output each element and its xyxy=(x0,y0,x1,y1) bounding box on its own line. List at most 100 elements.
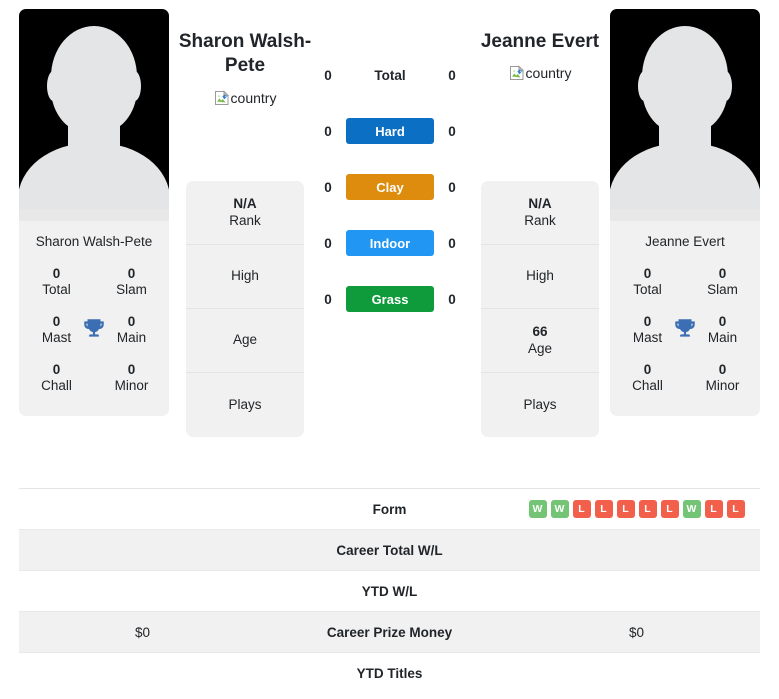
player-info-card-right: N/A Rank High 66 Age Plays xyxy=(481,181,599,437)
player-avatar-right xyxy=(610,9,760,221)
title-stat-value: 0 xyxy=(127,266,136,282)
surface-left-value: 0 xyxy=(324,291,332,307)
avatar-ear-left xyxy=(638,71,651,101)
title-stat-value: 0 xyxy=(643,361,652,377)
avatar-base xyxy=(19,209,169,221)
player-name-block-right: Jeanne Evert country xyxy=(460,30,620,81)
stat-right-value: W W L L L L L W L L xyxy=(513,500,760,518)
country-flag-left: country xyxy=(165,90,325,106)
title-stat: 0 Total xyxy=(610,260,685,308)
surface-left-value: 0 xyxy=(324,123,332,139)
title-stat-label: Chall xyxy=(632,377,663,393)
surface-badge-indoor[interactable]: Indoor xyxy=(346,230,434,256)
player-card-name-right: Jeanne Evert xyxy=(645,234,725,249)
surface-row-grass: 0 Grass 0 xyxy=(310,284,470,314)
info-label: Rank xyxy=(524,212,556,228)
info-label: Rank xyxy=(229,212,261,228)
surface-badge-clay[interactable]: Clay xyxy=(346,174,434,200)
page-title-left[interactable]: Sharon Walsh-Pete xyxy=(165,30,325,79)
surface-right-value: 0 xyxy=(448,291,456,307)
stat-left-value: $0 xyxy=(134,624,151,640)
title-stat-label: Total xyxy=(42,282,71,298)
surface-row-total: 0 Total 0 xyxy=(310,60,470,90)
info-row-plays: Plays xyxy=(186,373,304,437)
title-stat: 0 Chall xyxy=(610,356,685,404)
title-stat: 0 Slam xyxy=(94,260,169,308)
player-card-left[interactable]: Sharon Walsh-Pete 0 Total 0 Slam 0 Mast … xyxy=(19,9,169,416)
player-card-right[interactable]: Jeanne Evert 0 Total 0 Slam 0 Mast 0 Mai… xyxy=(610,9,760,416)
stat-label: Career Total W/L xyxy=(336,542,443,558)
avatar-ear-right xyxy=(128,71,141,101)
info-label: Age xyxy=(527,340,553,356)
info-label: High xyxy=(526,268,554,284)
surface-right-value: 0 xyxy=(448,235,456,251)
form-badge[interactable]: L xyxy=(572,500,591,518)
info-row-high: High xyxy=(481,245,599,309)
form-badge[interactable]: L xyxy=(594,500,613,518)
country-flag-alt-text: country xyxy=(525,65,572,82)
title-stat-label: Total xyxy=(633,282,662,298)
form-badge[interactable]: W xyxy=(550,500,569,518)
page-title-right[interactable]: Jeanne Evert xyxy=(460,30,620,54)
table-row: $0 Career Prize Money $0 xyxy=(19,612,760,653)
country-flag-right: country xyxy=(460,65,620,81)
title-stat-label: Chall xyxy=(41,377,72,393)
stat-right-value: $0 xyxy=(628,624,645,640)
country-flag-alt-text: country xyxy=(230,89,277,106)
titles-grid-right: 0 Total 0 Slam 0 Mast 0 Main 0 Chall 0 M… xyxy=(610,260,760,416)
form-badge[interactable]: W xyxy=(682,500,701,518)
surface-badge-grass[interactable]: Grass xyxy=(346,286,434,312)
form-badge[interactable]: W xyxy=(528,500,547,518)
surface-row-indoor: 0 Indoor 0 xyxy=(310,228,470,258)
form-badge[interactable]: L xyxy=(704,500,723,518)
title-stat-value: 0 xyxy=(718,361,727,377)
info-row-age: 66 Age xyxy=(481,309,599,373)
title-stat: 0 Minor xyxy=(685,356,760,404)
player-name-block-left: Sharon Walsh-Pete country xyxy=(165,30,325,106)
surface-breakdown: 0 Total 0 0 Hard 0 0 Clay 0 0 Indoor 0 0 xyxy=(310,60,470,314)
broken-image-icon xyxy=(214,89,230,106)
title-stat-value: 0 xyxy=(52,266,61,282)
form-badge[interactable]: L xyxy=(660,500,679,518)
info-value: N/A xyxy=(528,196,552,212)
surface-right-value: 0 xyxy=(448,67,456,83)
surface-badge-hard[interactable]: Hard xyxy=(346,118,434,144)
title-stat-value: 0 xyxy=(52,361,61,377)
player-avatar-left xyxy=(19,9,169,221)
title-stat: 0 Minor xyxy=(94,356,169,404)
avatar-ear-right xyxy=(719,71,732,101)
form-badge[interactable]: L xyxy=(638,500,657,518)
stat-label: Career Prize Money xyxy=(326,624,453,640)
stat-label: Form xyxy=(372,501,407,517)
title-stat-label: Main xyxy=(707,329,738,345)
info-value: 66 xyxy=(532,324,548,340)
info-label: Plays xyxy=(523,396,557,412)
form-badge-list: W W L L L L L W L L xyxy=(513,500,760,518)
form-badge[interactable]: L xyxy=(726,500,745,518)
player-comparison-page: Sharon Walsh-Pete 0 Total 0 Slam 0 Mast … xyxy=(0,0,779,699)
title-stat: 0 Total xyxy=(19,260,94,308)
info-label: Plays xyxy=(228,396,262,412)
title-stat: 0 Mast xyxy=(19,308,94,356)
title-stat-value: 0 xyxy=(127,314,136,330)
info-row-age: Age xyxy=(186,309,304,373)
info-label: Age xyxy=(232,332,258,348)
info-row-plays: Plays xyxy=(481,373,599,437)
titles-grid-left: 0 Total 0 Slam 0 Mast 0 Main 0 Chall 0 M… xyxy=(19,260,169,416)
table-row: YTD W/L xyxy=(19,571,760,612)
info-label: High xyxy=(231,268,259,284)
title-stat-value: 0 xyxy=(127,361,136,377)
title-stat: 0 Mast xyxy=(610,308,685,356)
player-info-card-left: N/A Rank High Age Plays xyxy=(186,181,304,437)
title-stat-value: 0 xyxy=(718,266,727,282)
title-stat-label: Mast xyxy=(41,329,72,345)
info-row-high: High xyxy=(186,245,304,309)
form-badge[interactable]: L xyxy=(616,500,635,518)
title-stat-value: 0 xyxy=(643,266,652,282)
player-card-name-left: Sharon Walsh-Pete xyxy=(35,234,153,249)
title-stat: 0 Main xyxy=(94,308,169,356)
title-stat: 0 Main xyxy=(685,308,760,356)
stat-label: YTD Titles xyxy=(356,666,423,681)
title-stat-label: Main xyxy=(116,329,147,345)
info-value: N/A xyxy=(233,196,257,212)
